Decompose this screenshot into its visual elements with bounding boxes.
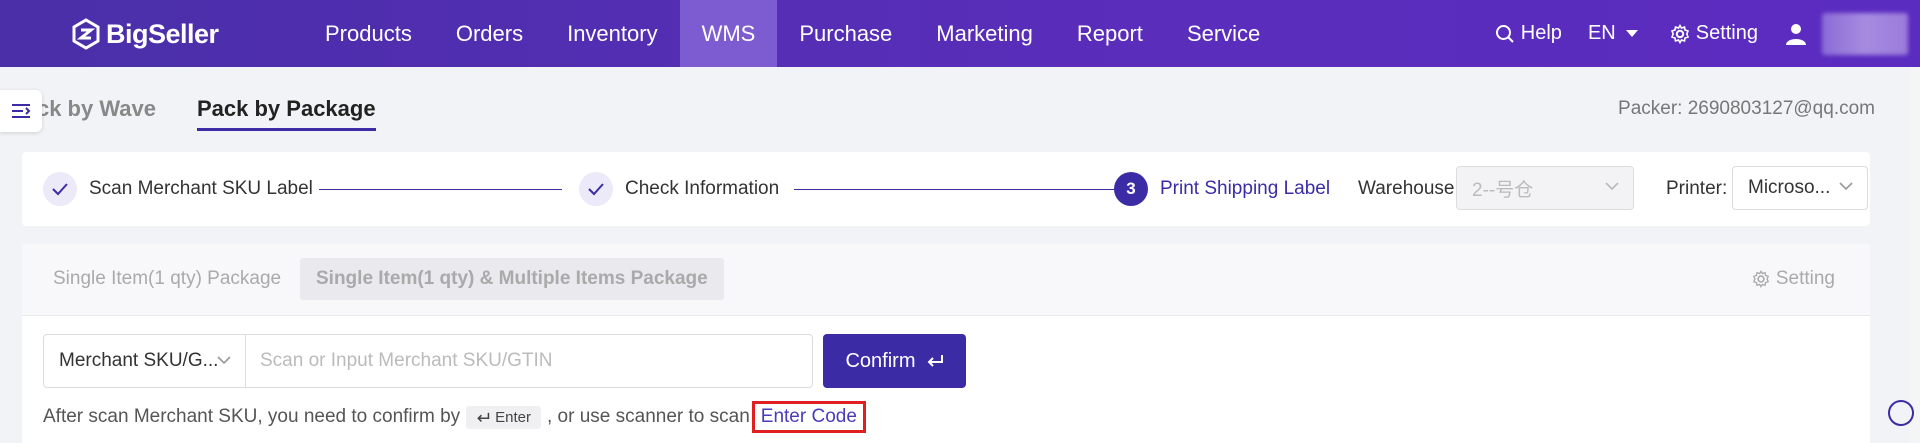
collapse-menu-icon <box>12 104 31 118</box>
nav-item-products[interactable]: Products <box>303 0 434 67</box>
nav-item-purchase[interactable]: Purchase <box>777 0 914 67</box>
confirm-label: Confirm <box>845 349 916 372</box>
setting-label: Setting <box>1695 22 1758 44</box>
step-connector <box>794 189 1120 190</box>
caret-down-icon <box>1625 29 1638 37</box>
step-complete-indicator <box>43 172 77 206</box>
step-label: Scan Merchant SKU Label <box>89 178 313 199</box>
username-redacted <box>1822 12 1908 55</box>
hint-text-after: , or use scanner to scan <box>547 406 750 427</box>
language-label: EN <box>1587 22 1616 44</box>
enter-key-icon <box>477 412 490 422</box>
setting-link[interactable]: Setting <box>1670 22 1758 45</box>
checkmark-icon <box>52 183 68 196</box>
brand-name: BigSeller <box>106 18 219 49</box>
tab-single-item-package[interactable]: Single Item(1 qty) Package <box>37 258 297 300</box>
enter-key-badge: Enter <box>466 405 541 429</box>
nav-item-marketing[interactable]: Marketing <box>914 0 1055 67</box>
main-nav: Products Orders Inventory WMS Purchase M… <box>303 0 1282 67</box>
confirm-button[interactable]: Confirm <box>823 334 966 388</box>
printer-value: Microso... <box>1748 177 1831 198</box>
nav-item-service[interactable]: Service <box>1165 0 1282 67</box>
packing-steps-card: Scan Merchant SKU Label Check Informatio… <box>22 152 1870 226</box>
step-check-information: Check Information <box>579 172 779 206</box>
user-menu[interactable] <box>1784 12 1920 55</box>
step-connector <box>319 189 562 190</box>
enter-code-link[interactable]: Enter Code <box>751 401 866 433</box>
page-scrollbar[interactable] <box>1910 67 1920 443</box>
sidebar-toggle-button[interactable] <box>0 90 42 132</box>
top-right-actions: Help EN Setting <box>1495 0 1920 67</box>
tab-pack-by-package[interactable]: Pack by Package <box>197 96 376 131</box>
help-chat-icon[interactable] <box>1888 400 1914 426</box>
scan-input[interactable] <box>246 334 813 388</box>
help-link[interactable]: Help <box>1495 22 1562 45</box>
scan-type-select[interactable]: Merchant SKU/G... <box>43 334 246 388</box>
printer-select[interactable]: Microso... <box>1732 166 1868 210</box>
step-label: Print Shipping Label <box>1160 178 1331 199</box>
search-icon <box>1495 24 1514 43</box>
tab-pack-by-wave[interactable]: Pack by Wave <box>26 96 156 122</box>
step-scan-sku: Scan Merchant SKU Label <box>43 172 313 206</box>
step-print-shipping-label: 3 Print Shipping Label <box>1114 172 1330 206</box>
nav-item-inventory[interactable]: Inventory <box>545 0 680 67</box>
setting-label: Setting <box>1775 268 1835 289</box>
scan-card: Single Item(1 qty) Package Single Item(1… <box>22 244 1870 443</box>
bigseller-logo[interactable]: BigSeller <box>72 16 219 52</box>
top-navigation-bar: BigSeller Products Orders Inventory WMS … <box>0 0 1920 67</box>
enter-key-label: Enter <box>495 408 531 426</box>
chevron-down-icon <box>1605 182 1619 191</box>
package-setting-link[interactable]: Setting <box>1752 268 1835 290</box>
scan-type-value: Merchant SKU/G... <box>59 350 219 371</box>
language-selector[interactable]: EN <box>1588 22 1644 45</box>
scan-row: Merchant SKU/G... Confirm <box>43 334 966 388</box>
step-complete-indicator <box>579 172 613 206</box>
package-type-tabs: Single Item(1 qty) Package Single Item(1… <box>22 244 1870 316</box>
nav-item-orders[interactable]: Orders <box>434 0 545 67</box>
enter-key-icon <box>927 355 943 367</box>
gear-icon <box>1752 270 1769 288</box>
step-label: Check Information <box>625 178 780 199</box>
user-icon <box>1786 23 1806 45</box>
warehouse-value: 2--号仓 <box>1472 179 1534 201</box>
packer-info: Packer: 2690803127@qq.com <box>1618 98 1875 119</box>
bigseller-logo-icon <box>72 18 100 50</box>
chevron-down-icon <box>217 356 231 365</box>
warehouse-label: Warehouse: <box>1358 178 1460 199</box>
step-number-badge: 3 <box>1114 172 1148 206</box>
help-label: Help <box>1520 22 1562 44</box>
nav-item-wms[interactable]: WMS <box>679 0 778 67</box>
hint-text-before: After scan Merchant SKU, you need to con… <box>43 406 461 427</box>
checkmark-icon <box>588 183 604 196</box>
chevron-down-icon <box>1839 182 1853 191</box>
gear-icon <box>1670 23 1689 44</box>
printer-label: Printer: <box>1666 178 1728 199</box>
scan-hint: After scan Merchant SKU, you need to con… <box>43 401 866 433</box>
warehouse-select[interactable]: 2--号仓 <box>1456 166 1634 210</box>
nav-item-report[interactable]: Report <box>1055 0 1165 67</box>
tab-single-and-multiple-items-package[interactable]: Single Item(1 qty) & Multiple Items Pack… <box>300 258 724 300</box>
